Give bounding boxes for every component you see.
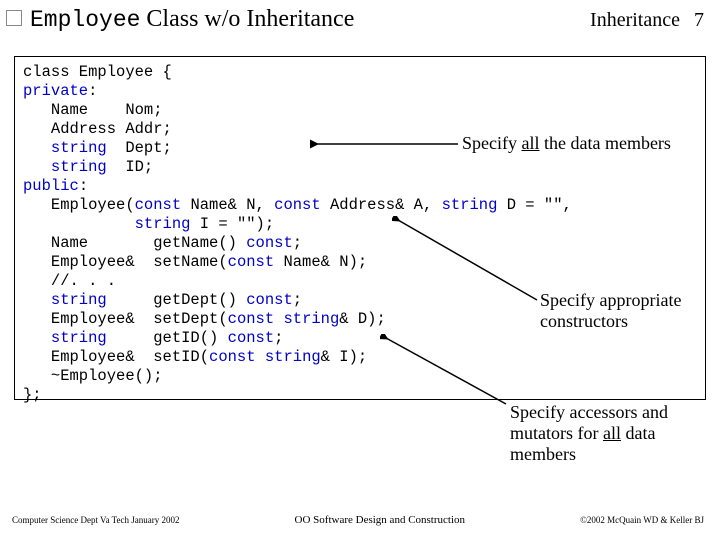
code-box: class Employee { private: Name Nom; Addr… [14,56,706,400]
title-rest: Class w/o Inheritance [140,6,354,32]
annotation-accessors: Specify accessors and mutators for all d… [510,402,668,465]
title-code-word: Employee [30,7,140,33]
annotation-data-members: Specify all the data members [462,133,671,154]
topic-label: Inheritance [590,9,680,32]
header: Employee Class w/o Inheritance Inheritan… [0,6,720,33]
footer: Computer Science Dept Va Tech January 20… [0,514,720,526]
page-number: 7 [694,9,704,32]
annotation-constructors: Specify appropriate constructors [540,290,681,332]
footer-mid: OO Software Design and Construction [295,514,465,526]
footer-left: Computer Science Dept Va Tech January 20… [12,515,180,525]
slide: Employee Class w/o Inheritance Inheritan… [0,0,720,540]
slide-title: Employee Class w/o Inheritance [30,6,590,33]
code-block: class Employee { private: Name Nom; Addr… [15,57,705,411]
footer-right: ©2002 McQuain WD & Keller BJ [580,515,704,525]
